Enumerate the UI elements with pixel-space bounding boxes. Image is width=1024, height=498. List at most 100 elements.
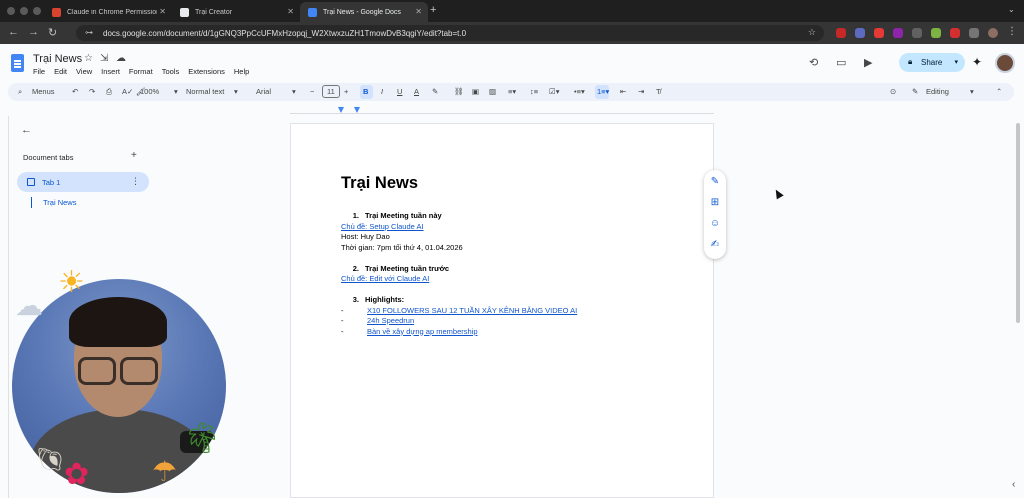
more-options-icon[interactable]: ⋮ xyxy=(131,176,140,187)
reload-icon[interactable]: ↻ xyxy=(48,26,57,39)
outline-item-heading[interactable]: Trại News xyxy=(43,198,76,207)
add-comment-icon[interactable]: ⊞ xyxy=(709,197,721,208)
hide-menus-icon[interactable]: ⌃ xyxy=(996,87,1002,96)
increase-indent-icon[interactable]: ⇥ xyxy=(638,87,644,96)
undo-icon[interactable]: ↶ xyxy=(72,87,78,96)
extension-icon[interactable] xyxy=(931,28,941,38)
document-body[interactable]: Trại News 1. Trại Meeting tuần này Chủ đề… xyxy=(341,174,671,337)
bookmark-star-icon[interactable]: ☆ xyxy=(808,27,816,38)
gemini-sparkle-icon[interactable]: ✦ xyxy=(972,55,982,69)
text-color-icon[interactable]: A xyxy=(414,87,419,96)
browser-tab-docs[interactable]: Trại News - Google Docs ✕ xyxy=(300,2,428,22)
window-close-button[interactable] xyxy=(7,7,15,15)
share-button[interactable]: 🔒︎ Share ▾ xyxy=(899,53,965,72)
browser-tab-creator[interactable]: Trại Creator ✕ xyxy=(172,2,300,22)
google-docs-logo-icon[interactable] xyxy=(11,54,24,72)
font-size-input[interactable]: 11 xyxy=(322,85,340,98)
checklist-icon[interactable]: ☑▾ xyxy=(549,87,560,96)
decrease-indent-icon[interactable]: ⇤ xyxy=(620,87,626,96)
decrease-font-size-icon[interactable]: − xyxy=(310,87,314,96)
highlight-link[interactable]: X10 FOLLOWERS SAU 12 TUẦN XÂY KÊNH BẰNG … xyxy=(367,306,577,315)
spellcheck-icon[interactable]: A✓ xyxy=(122,87,133,96)
document-title[interactable]: Trại News xyxy=(33,53,82,65)
menu-extensions[interactable]: Extensions xyxy=(188,67,225,76)
search-menus-input[interactable]: Menus xyxy=(32,87,55,96)
star-icon[interactable]: ☆ xyxy=(84,53,93,64)
tab-title: Claude in Chrome Permissions xyxy=(67,8,157,16)
menu-file[interactable]: File xyxy=(33,67,45,76)
vertical-scrollbar[interactable] xyxy=(1016,123,1020,323)
browser-tab-permissions[interactable]: Claude in Chrome Permissions ✕ xyxy=(44,2,172,22)
sidebar-tab-1[interactable]: Tab 1 ⋮ xyxy=(17,172,149,192)
close-outline-arrow-icon[interactable]: ← xyxy=(21,124,32,136)
highlight-color-icon[interactable]: ✎ xyxy=(432,87,438,96)
document-tabs-heading: Document tabs xyxy=(23,153,74,162)
history-icon[interactable]: ⟲ xyxy=(809,56,818,69)
comments-icon[interactable]: ▭ xyxy=(836,56,846,69)
font-select[interactable]: Arial xyxy=(256,87,271,96)
browser-menu-icon[interactable]: ⋮ xyxy=(1007,26,1017,37)
collapse-panel-icon[interactable]: ‹ xyxy=(1012,479,1015,490)
extension-icon[interactable] xyxy=(836,28,846,38)
highlight-link[interactable]: Bàn về xây dựng ap membership xyxy=(367,327,478,336)
profile-avatar-icon[interactable] xyxy=(988,28,998,38)
clear-formatting-icon[interactable]: T̸ xyxy=(656,87,661,96)
line-spacing-icon[interactable]: ↕≡ xyxy=(530,87,538,96)
horizontal-ruler[interactable] xyxy=(290,103,714,114)
extension-icon[interactable] xyxy=(874,28,884,38)
menu-insert[interactable]: Insert xyxy=(101,67,120,76)
tab-search-icon[interactable]: ⌄ xyxy=(1008,5,1015,14)
account-avatar[interactable] xyxy=(995,53,1015,73)
italic-icon[interactable]: I xyxy=(381,87,383,96)
address-bar[interactable]: ⊶ docs.google.com/document/d/1gGNQ3PpCcU… xyxy=(76,25,824,41)
menu-help[interactable]: Help xyxy=(234,67,249,76)
site-info-icon[interactable]: ⊶ xyxy=(85,28,93,37)
forward-icon[interactable]: → xyxy=(28,26,39,38)
add-tab-button[interactable]: + xyxy=(131,150,137,161)
topic-link[interactable]: Chủ đề: Setup Claude AI xyxy=(341,222,424,231)
menu-tools[interactable]: Tools xyxy=(162,67,180,76)
redo-icon[interactable]: ↷ xyxy=(89,87,95,96)
bulleted-list-icon[interactable]: •≡▾ xyxy=(574,87,585,96)
search-menus-icon[interactable]: ⌕ xyxy=(18,87,22,97)
insert-link-icon[interactable]: ⛓︎ xyxy=(454,87,464,96)
style-select[interactable]: Normal text xyxy=(186,87,224,96)
close-tab-icon[interactable]: ✕ xyxy=(287,7,294,16)
back-icon[interactable]: ← xyxy=(8,26,19,38)
menu-edit[interactable]: Edit xyxy=(54,67,67,76)
vertical-ruler[interactable] xyxy=(0,116,9,498)
close-tab-icon[interactable]: ✕ xyxy=(415,7,422,16)
zoom-select[interactable]: 100% xyxy=(140,87,159,96)
extension-icon[interactable] xyxy=(855,28,865,38)
window-minimize-button[interactable] xyxy=(20,7,28,15)
new-tab-button[interactable]: + xyxy=(430,4,436,16)
close-tab-icon[interactable]: ✕ xyxy=(159,7,166,16)
help-me-write-icon[interactable]: ✎ xyxy=(709,176,721,187)
move-folder-icon[interactable]: ⇲ xyxy=(100,53,108,64)
extensions-puzzle-icon[interactable] xyxy=(969,28,979,38)
menu-view[interactable]: View xyxy=(76,67,92,76)
meet-video-icon[interactable]: ▶ xyxy=(864,56,872,69)
gemini-edit-icon[interactable]: ⊙ xyxy=(890,87,896,96)
extension-icon[interactable] xyxy=(912,28,922,38)
underline-icon[interactable]: U xyxy=(397,87,402,96)
window-zoom-button[interactable] xyxy=(33,7,41,15)
add-emoji-reaction-icon[interactable]: ☺ xyxy=(709,218,721,229)
share-dropdown-icon[interactable]: ▾ xyxy=(954,58,958,66)
topic-link[interactable]: Chủ đề: Edit với Claude AI xyxy=(341,274,429,283)
menu-format[interactable]: Format xyxy=(129,67,153,76)
suggest-edits-icon[interactable]: ✍ xyxy=(709,239,721,250)
align-icon[interactable]: ≡▾ xyxy=(508,87,516,96)
add-comment-icon[interactable]: ▣ xyxy=(472,87,479,96)
numbered-list-icon[interactable]: 1≡▾ xyxy=(597,87,609,96)
insert-image-icon[interactable]: ▨ xyxy=(489,87,496,96)
extension-icon[interactable] xyxy=(950,28,960,38)
bold-icon[interactable]: B xyxy=(363,87,368,96)
first-line-indent-icon[interactable] xyxy=(354,107,360,113)
mode-select[interactable]: Editing xyxy=(926,87,949,96)
increase-font-size-icon[interactable]: + xyxy=(344,87,348,96)
print-icon[interactable]: ⎙ xyxy=(106,87,112,97)
indent-marker-icon[interactable] xyxy=(338,107,344,113)
extension-icon[interactable] xyxy=(893,28,903,38)
highlight-link[interactable]: 24h Speedrun xyxy=(367,316,414,325)
